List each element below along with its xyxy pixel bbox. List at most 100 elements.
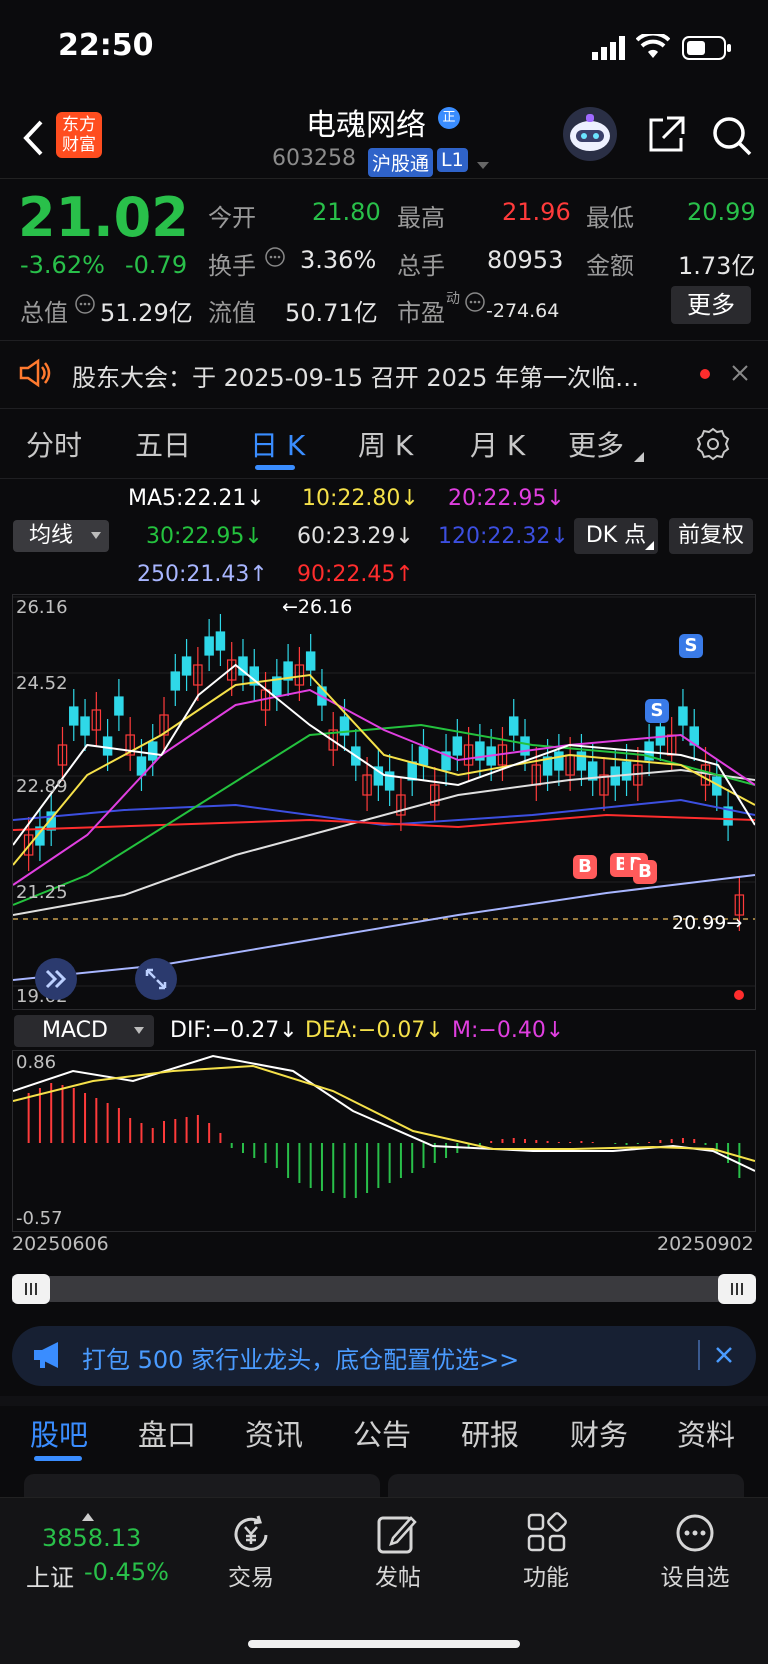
bottom-tab-indicator — [34, 1456, 82, 1461]
tab-intraday[interactable]: 分时 — [26, 424, 82, 464]
ma5-legend: MA5:22.21↓ — [128, 486, 265, 511]
tab-finance[interactable]: 财务 — [570, 1412, 628, 1454]
adjust-button[interactable]: 前复权 — [669, 518, 753, 554]
nav-watchlist[interactable]: 设自选 — [635, 1558, 755, 1592]
change-pct: -3.62% — [20, 251, 105, 279]
macd-chart[interactable] — [12, 1050, 756, 1232]
sell-marker[interactable]: S — [645, 699, 669, 723]
index-value[interactable]: 3858.13 — [42, 1524, 141, 1552]
robot-avatar-icon[interactable] — [562, 106, 618, 162]
buy-marker[interactable]: B — [573, 855, 597, 879]
notice-text[interactable]: 股东大会：于 2025-09-15 召开 2025 年第一次临… — [72, 358, 639, 393]
candle-body — [102, 736, 113, 756]
tag-hugutong: 沪股通 — [368, 148, 434, 177]
app-logo[interactable]: 东方 财富 — [56, 112, 102, 158]
buy-marker[interactable]: B — [633, 860, 657, 884]
ma120-line — [13, 798, 755, 827]
dk-button[interactable]: DK 点 — [574, 518, 658, 554]
nav-trade[interactable]: 交易 — [191, 1558, 311, 1592]
nav-functions[interactable]: 功能 — [486, 1558, 606, 1592]
fullscreen-icon[interactable] — [135, 958, 177, 1000]
date-end: 20250902 — [657, 1233, 754, 1255]
macd-dea: DEA:−0.07↓ — [305, 1018, 444, 1043]
range-slider-track[interactable] — [12, 1276, 756, 1302]
live-dot — [734, 990, 744, 1000]
nav-post[interactable]: 发帖 — [338, 1558, 458, 1592]
ma250-legend: 250:21.43↑ — [137, 562, 268, 587]
pe-info-icon[interactable] — [464, 291, 486, 317]
name-badge: 正 — [438, 107, 460, 129]
search-icon[interactable] — [710, 114, 754, 158]
tabs-divider — [0, 478, 768, 479]
dk-caret-icon — [645, 541, 654, 550]
candle-body — [418, 746, 429, 766]
candle-body — [508, 716, 519, 736]
turnover-label: 换手 — [208, 252, 256, 280]
ma-selector[interactable]: 均线 — [13, 520, 109, 552]
tab-announcements[interactable]: 公告 — [353, 1412, 411, 1454]
more-button[interactable]: 更多 — [671, 286, 751, 324]
watchlist-icon[interactable] — [674, 1512, 716, 1558]
mktcap-label: 总值 — [20, 299, 68, 327]
tab-monthly-k[interactable]: 月 K — [470, 424, 525, 464]
mktcap-info-icon[interactable] — [74, 293, 96, 319]
stock-code: 603258 — [272, 146, 356, 171]
low-value: 20.99 — [687, 198, 756, 226]
expand-chart-icon[interactable] — [35, 958, 77, 1000]
candle-body — [554, 751, 564, 771]
ma-selector-label: 均线 — [29, 523, 74, 548]
section-divider-2 — [0, 408, 768, 409]
functions-icon[interactable] — [526, 1512, 568, 1558]
trade-icon[interactable] — [228, 1512, 274, 1562]
tab-guba[interactable]: 股吧 — [30, 1412, 88, 1454]
range-slider-left-handle[interactable] — [12, 1274, 50, 1304]
turnover-value: 3.36% — [300, 246, 377, 274]
promo-text[interactable]: 打包 500 家行业龙头，底仓配置优选>> — [82, 1340, 519, 1375]
promo-divider — [698, 1340, 700, 1370]
pe-sup: 动 — [446, 291, 460, 307]
promo-close-icon[interactable] — [714, 1345, 734, 1369]
candle-body — [305, 651, 316, 671]
stock-name: 电魂网络 — [306, 108, 426, 143]
tab-profile[interactable]: 资料 — [677, 1412, 735, 1454]
wifi-icon — [635, 31, 671, 60]
tab-pankou[interactable]: 盘口 — [138, 1412, 196, 1454]
turnover-info-icon[interactable] — [264, 246, 286, 272]
kline-chart[interactable] — [12, 594, 756, 1010]
price-axis-4: 21.25 — [16, 882, 68, 903]
macd-selector[interactable]: MACD — [14, 1015, 154, 1047]
candle-body — [576, 751, 587, 771]
index-name[interactable]: 上证 — [26, 1558, 74, 1593]
range-slider-right-handle[interactable] — [718, 1274, 756, 1304]
pe-value: -274.64 — [486, 300, 560, 322]
price-axis-2: 24.52 — [16, 673, 68, 694]
tab-five-day[interactable]: 五日 — [135, 424, 191, 464]
post-icon[interactable] — [375, 1512, 419, 1560]
notice-close-icon[interactable] — [730, 363, 750, 387]
tab-weekly-k[interactable]: 周 K — [358, 424, 413, 464]
volume-label: 总手 — [397, 252, 445, 280]
low-label: 最低 — [586, 204, 634, 232]
tab-more[interactable]: 更多 — [568, 424, 624, 464]
ma90-line — [13, 813, 755, 831]
index-change[interactable]: -0.45% — [84, 1558, 169, 1586]
price-axis-3: 22.89 — [16, 776, 68, 797]
ma120-legend: 120:22.32↓ — [438, 524, 569, 549]
share-icon[interactable] — [645, 114, 687, 156]
settings-gear-icon[interactable] — [696, 427, 730, 465]
candle-body — [678, 706, 688, 726]
candle-body — [114, 696, 124, 716]
date-start: 20250606 — [12, 1233, 109, 1255]
candle-body — [170, 671, 181, 691]
tab-news[interactable]: 资讯 — [245, 1412, 303, 1454]
candle-body — [204, 636, 214, 656]
dropdown-icon[interactable] — [476, 156, 490, 175]
tab-research[interactable]: 研报 — [461, 1412, 519, 1454]
sell-marker[interactable]: S — [679, 634, 703, 658]
ma250-line — [13, 874, 755, 981]
high-label: 最高 — [397, 204, 445, 232]
macd-selector-caret-icon — [134, 1027, 144, 1034]
high-value: 21.96 — [502, 198, 571, 226]
tab-daily-k[interactable]: 日 K — [250, 424, 305, 464]
back-icon[interactable] — [16, 118, 50, 158]
